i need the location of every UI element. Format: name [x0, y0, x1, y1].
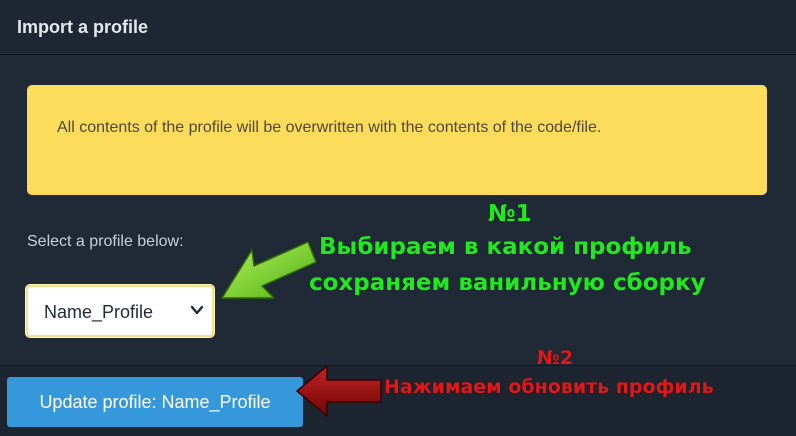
step2-text: Нажимаем обновить профиль: [384, 376, 714, 398]
step1-line2: сохраняем ванильную сборку: [309, 270, 706, 296]
overwrite-warning-alert: All contents of the profile will be over…: [27, 85, 767, 195]
step1-line1: Выбираем в какой профиль: [319, 234, 692, 260]
profile-select-value: Name_Profile: [44, 302, 154, 322]
dialog-title: Import a profile: [17, 17, 149, 37]
update-profile-button[interactable]: Update profile: Name_Profile: [7, 377, 303, 427]
step1-number: №1: [488, 201, 532, 227]
import-profile-dialog: Import a profile All contents of the pro…: [0, 0, 796, 436]
select-profile-label: Select a profile below:: [27, 233, 184, 250]
dialog-header: Import a profile: [0, 0, 796, 55]
red-arrow-icon: [296, 365, 382, 417]
chevron-down-icon: [190, 305, 204, 315]
step2-number: №2: [537, 347, 574, 369]
green-arrow-icon: [221, 241, 317, 299]
profile-select[interactable]: Name_Profile: [25, 284, 215, 338]
